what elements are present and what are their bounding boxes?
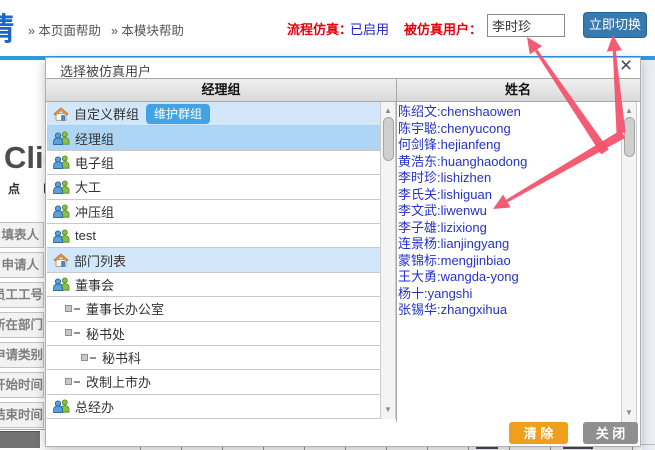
background-form-label: 申请类别	[0, 342, 44, 368]
tree-item-label: 董事长办公室	[86, 299, 164, 318]
scroll-down-icon[interactable]: ▼	[622, 407, 636, 419]
user-name-item[interactable]: 李氏关:lishiguan	[398, 187, 620, 204]
tree-item-branch[interactable]: 改制上市办	[47, 370, 380, 394]
switch-now-button[interactable]: 立即切换	[583, 12, 647, 38]
background-form-label: 申请人	[0, 252, 44, 278]
user-name-item[interactable]: 李文武:liwenwu	[398, 203, 620, 220]
tree-item-label: 总经办	[75, 397, 114, 416]
module-help-link[interactable]: » 本模块帮助	[111, 24, 184, 38]
names-scrollbar-thumb[interactable]	[624, 117, 635, 157]
background-table-cell	[0, 431, 40, 448]
select-user-dialog: 选择被仿真用户 × 经理组 姓名 自定义群组维护群组经理组电子组大工冲压组tes…	[45, 57, 641, 447]
group-people-icon	[53, 229, 70, 243]
group-people-icon	[53, 180, 70, 194]
user-name-item[interactable]: 黄浩东:huanghaodong	[398, 154, 620, 171]
tree-item-label: 冲压组	[75, 202, 114, 221]
tree-item-section[interactable]: 部门列表	[47, 248, 380, 272]
tree-item-label: 大工	[75, 177, 101, 196]
names-scrollbar[interactable]: ▲ ▼	[621, 102, 637, 422]
user-name-item[interactable]: 李时珍:lishizhen	[398, 170, 620, 187]
column-divider	[396, 78, 397, 422]
tree-scrollbar-thumb[interactable]	[383, 117, 394, 161]
tree-item-label: test	[75, 228, 96, 243]
scroll-down-icon[interactable]: ▼	[381, 404, 395, 416]
background-form-label: 开始时间	[0, 372, 44, 398]
user-name-item[interactable]: 陈绍文:chenshaowen	[398, 104, 620, 121]
background-form-label: 所在部门	[0, 312, 44, 338]
tree-item-group[interactable]: 总经办	[47, 395, 380, 419]
maintain-group-button[interactable]: 维护群组	[146, 104, 210, 124]
clear-button[interactable]: 清 除	[509, 422, 568, 444]
tree-item-branch[interactable]: 董事长办公室	[47, 297, 380, 321]
tree-item-group[interactable]: 董事会	[47, 273, 380, 297]
background-form-label: 填表人	[0, 222, 44, 248]
flow-sim-label: 流程仿真：	[287, 19, 352, 38]
tree-item-group[interactable]: 经理组	[47, 126, 380, 150]
background-panel-right	[642, 60, 655, 450]
group-people-icon	[53, 277, 70, 291]
tree-item-label: 改制上市办	[86, 372, 151, 391]
tree-branch-icon	[65, 328, 81, 338]
page-help-link[interactable]: » 本页面帮助	[28, 24, 101, 38]
tree-column-header: 经理组	[46, 79, 396, 101]
tree-item-group[interactable]: 电子组	[47, 151, 380, 175]
user-name-item[interactable]: 蒙锦标:mengjinbiao	[398, 253, 620, 270]
background-form-label: 员工工号	[0, 282, 44, 308]
scroll-up-icon[interactable]: ▲	[622, 105, 636, 117]
tree-branch-icon	[65, 377, 81, 387]
simulated-user-label: 被仿真用户：	[404, 19, 482, 38]
user-name-list: 陈绍文:chenshaowen陈宇聪:chenyucong何剑锋:hejianf…	[398, 104, 620, 404]
clipped-logo-char: 晴	[0, 4, 20, 46]
tree-item-label: 自定义群组	[74, 104, 139, 123]
name-column-header: 姓名	[396, 79, 640, 101]
scroll-up-icon[interactable]: ▲	[381, 105, 395, 117]
tree-item-section[interactable]: 自定义群组维护群组	[47, 102, 380, 126]
group-people-icon	[53, 131, 70, 145]
tree-branch-icon	[81, 353, 97, 363]
tree-item-group[interactable]: test	[47, 224, 380, 248]
user-name-item[interactable]: 张锡华:zhangxihua	[398, 302, 620, 319]
home-icon	[53, 107, 69, 121]
flow-sim-status: 已启用	[350, 19, 389, 38]
close-icon[interactable]: ×	[615, 55, 637, 77]
simulated-user-input[interactable]	[487, 14, 565, 37]
tree-item-branch[interactable]: 秘书处	[47, 322, 380, 346]
group-people-icon	[53, 204, 70, 218]
tree-item-label: 电子组	[75, 153, 114, 172]
screen: 晴 » 本页面帮助» 本模块帮助 流程仿真： 已启用 被仿真用户： 立即切换 C…	[0, 0, 655, 450]
user-name-item[interactable]: 连景杨:lianjingyang	[398, 236, 620, 253]
tree-item-label: 董事会	[75, 275, 114, 294]
background-line	[0, 429, 45, 430]
group-people-icon	[53, 399, 70, 413]
user-name-item[interactable]: 何剑锋:hejianfeng	[398, 137, 620, 154]
grid-header: 经理组 姓名	[46, 78, 640, 102]
top-toolbar: 晴 » 本页面帮助 » 本模块帮助 流程仿真： 已启用 被仿真用户： 立即切换	[0, 0, 655, 56]
tree-item-group[interactable]: 大工	[47, 175, 380, 199]
user-name-item[interactable]: 陈宇聪:chenyucong	[398, 121, 620, 138]
close-button[interactable]: 关 闭	[583, 422, 638, 444]
background-form-label: 结束时间	[0, 402, 44, 428]
group-tree: 自定义群组维护群组经理组电子组大工冲压组 test 部门列表董事会董事长办公室秘书处…	[47, 102, 380, 419]
tree-item-label: 秘书科	[102, 348, 141, 367]
tree-item-label: 部门列表	[74, 251, 126, 270]
tree-item-group[interactable]: 冲压组	[47, 200, 380, 224]
user-name-item[interactable]: 杨十:yangshi	[398, 286, 620, 303]
tree-item-label: 经理组	[75, 129, 114, 148]
home-icon	[53, 253, 69, 267]
group-people-icon	[53, 155, 70, 169]
user-name-item[interactable]: 王大勇:wangda-yong	[398, 269, 620, 286]
tree-item-branch[interactable]: 秘书科	[47, 346, 380, 370]
breadcrumb: » 本页面帮助 » 本模块帮助	[28, 20, 194, 39]
tree-branch-icon	[65, 304, 81, 314]
user-name-item[interactable]: 李子雄:lizixiong	[398, 220, 620, 237]
tree-item-label: 秘书处	[86, 324, 125, 343]
tree-scrollbar[interactable]: ▲ ▼	[380, 102, 396, 419]
